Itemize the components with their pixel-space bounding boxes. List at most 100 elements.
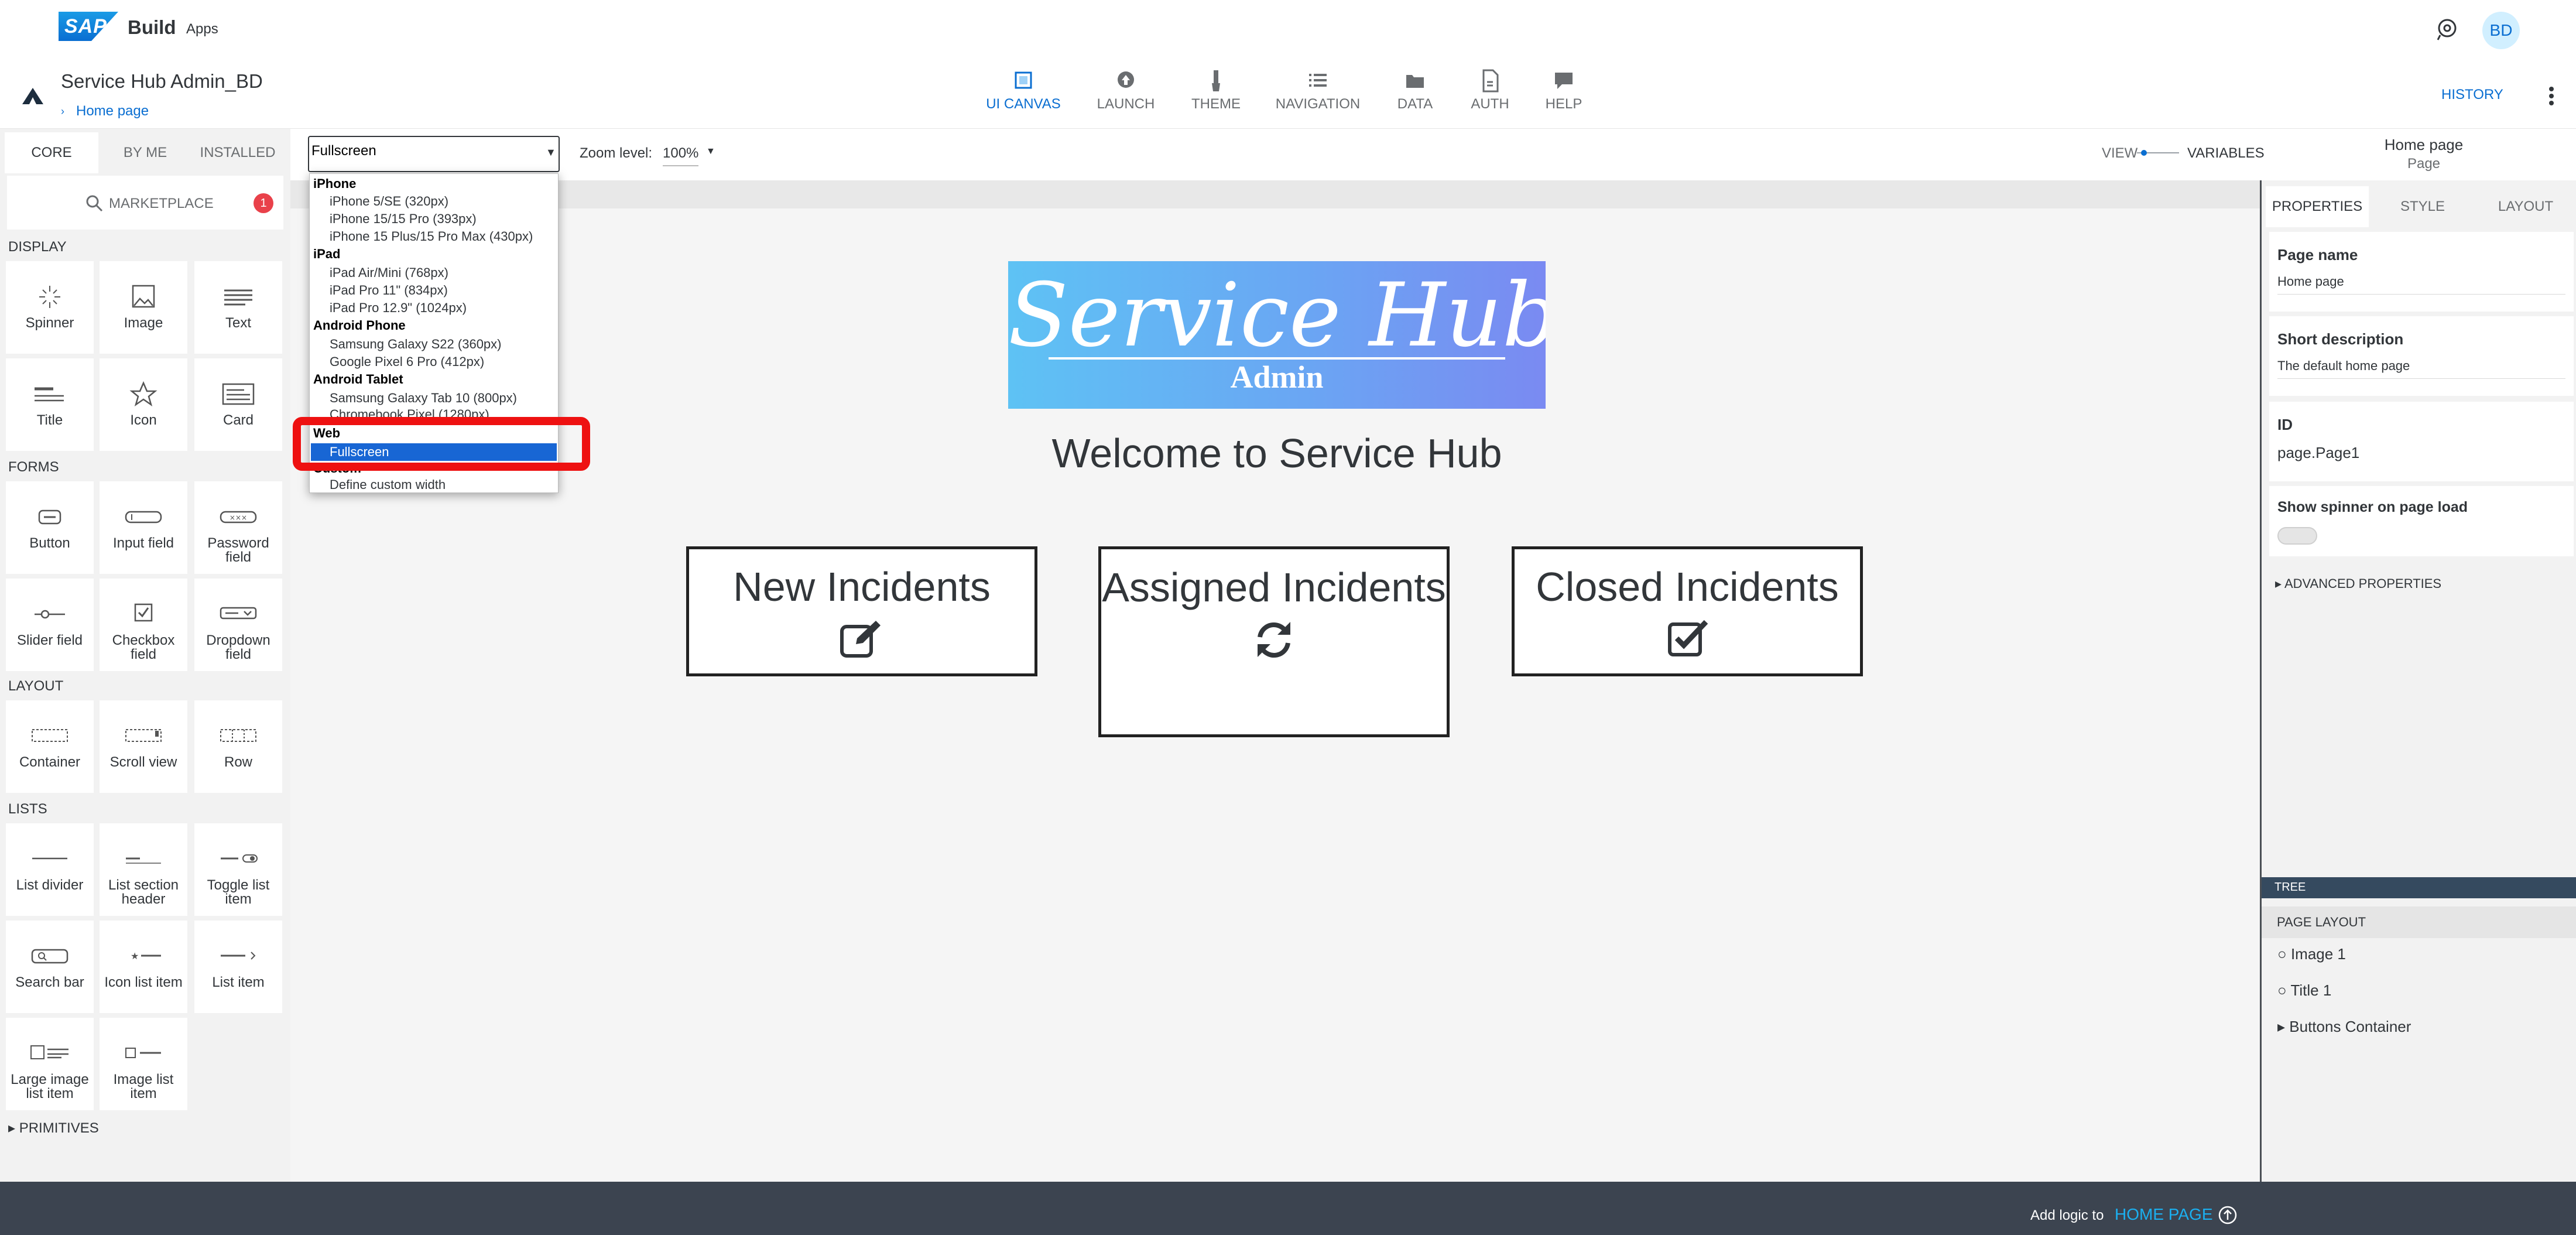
palette-item-label: Container xyxy=(19,754,81,770)
tab-installed[interactable]: INSTALLED xyxy=(191,132,285,173)
advanced-properties-toggle[interactable]: ▸ ADVANCED PROPERTIES xyxy=(2275,576,2441,591)
palette-list-item[interactable]: List item xyxy=(194,921,282,1013)
zoom-caret-icon[interactable]: ▼ xyxy=(706,146,715,157)
tab-launch-label: LAUNCH xyxy=(1097,96,1155,112)
palette-item-label: List item xyxy=(212,974,265,990)
palette-search-bar[interactable]: Search bar xyxy=(6,921,94,1013)
option-iphone-5[interactable]: iPhone 5/SE (320px) xyxy=(330,194,448,209)
short-description-label: Short description xyxy=(2277,330,2404,348)
support-icon[interactable] xyxy=(2435,18,2459,41)
tab-ui-canvas[interactable]: UI CANVAS xyxy=(979,69,1067,112)
closed-incidents-label: Closed Incidents xyxy=(1536,564,1839,610)
annotation-highlight xyxy=(293,417,590,471)
tree-item-label: Buttons Container xyxy=(2289,1018,2411,1035)
welcome-title[interactable]: Welcome to Service Hub xyxy=(1008,430,1546,477)
text-icon xyxy=(224,289,252,306)
palette-list-section-header[interactable]: List section header xyxy=(100,823,187,916)
option-ipad-pro-12[interactable]: iPad Pro 12.9" (1024px) xyxy=(330,300,467,316)
palette-container[interactable]: Container xyxy=(6,700,94,793)
palette-row[interactable]: Row xyxy=(194,700,282,793)
logic-target-link[interactable]: HOME PAGE xyxy=(2115,1205,2213,1224)
palette-image[interactable]: Image xyxy=(100,261,187,354)
image-list-item-icon xyxy=(125,1048,161,1058)
brush-icon xyxy=(1212,70,1220,91)
palette-password-field[interactable]: ××× Password field xyxy=(194,481,282,574)
folder-icon xyxy=(1406,75,1424,88)
more-vertical-icon[interactable] xyxy=(2548,84,2555,108)
tab-core[interactable]: CORE xyxy=(5,132,98,173)
palette-checkbox-field[interactable]: Checkbox field xyxy=(100,579,187,671)
tab-layout[interactable]: LAYOUT xyxy=(2474,186,2576,227)
tab-theme-label: THEME xyxy=(1191,96,1241,112)
checkbox-icon xyxy=(134,603,153,622)
breadcrumb-home-page[interactable]: Home page xyxy=(76,103,149,119)
tree-item-image-1[interactable]: ○ Image 1 xyxy=(2277,945,2346,963)
tab-theme[interactable]: THEME xyxy=(1172,69,1260,112)
list-icon xyxy=(1309,74,1327,87)
group-android-phone: Android Phone xyxy=(313,318,406,333)
palette-icon[interactable]: Icon xyxy=(100,358,187,451)
palette-card[interactable]: Card xyxy=(194,358,282,451)
palette-icon-list-item[interactable]: ★ Icon list item xyxy=(100,921,187,1013)
tree-item-title-1[interactable]: ○ Title 1 xyxy=(2277,981,2331,1000)
tab-properties[interactable]: PROPERTIES xyxy=(2266,186,2369,227)
history-button[interactable]: HISTORY xyxy=(2441,87,2503,103)
palette-image-list-item[interactable]: Image list item xyxy=(100,1018,187,1110)
user-avatar[interactable]: BD xyxy=(2482,12,2520,49)
device-select[interactable]: Fullscreen xyxy=(308,136,560,172)
product-subtitle: Apps xyxy=(186,21,218,37)
list-section-header-icon xyxy=(126,857,161,864)
breadcrumb-chevron-icon: › xyxy=(61,105,64,117)
page-layout-row[interactable]: PAGE LAYOUT xyxy=(2262,906,2576,938)
palette-list-divider[interactable]: List divider xyxy=(6,823,94,916)
palette-toggle-list-item[interactable]: Toggle list item xyxy=(194,823,282,916)
option-custom-width[interactable]: Define custom width xyxy=(330,477,446,492)
zoom-label: Zoom level: xyxy=(580,145,653,161)
palette-button[interactable]: Button xyxy=(6,481,94,574)
option-galaxy-s22[interactable]: Samsung Galaxy S22 (360px) xyxy=(330,337,502,352)
closed-incidents-button[interactable]: Closed Incidents xyxy=(1512,546,1863,676)
option-ipad-pro-11[interactable]: iPad Pro 11" (834px) xyxy=(330,283,448,298)
tree-item-buttons-container[interactable]: ▸ Buttons Container xyxy=(2277,1018,2411,1036)
option-ipad-air[interactable]: iPad Air/Mini (768px) xyxy=(330,265,448,280)
option-iphone-15[interactable]: iPhone 15/15 Pro (393px) xyxy=(330,211,477,227)
short-description-input[interactable]: The default home page xyxy=(2277,358,2565,379)
caret-down-icon[interactable]: ▼ xyxy=(546,146,556,159)
section-display: DISPLAY xyxy=(8,239,67,255)
view-variables-toggle[interactable] xyxy=(2137,150,2179,156)
palette-text[interactable]: Text xyxy=(194,261,282,354)
option-galaxy-tab[interactable]: Samsung Galaxy Tab 10 (800px) xyxy=(330,391,517,406)
tab-navigation[interactable]: NAVIGATION xyxy=(1274,69,1362,112)
tab-help[interactable]: HELP xyxy=(1520,69,1608,112)
palette-slider-field[interactable]: Slider field xyxy=(6,579,94,671)
palette-dropdown-field[interactable]: Dropdown field xyxy=(194,579,282,671)
tab-by-me[interactable]: BY ME xyxy=(98,132,192,173)
zoom-select[interactable]: 100% xyxy=(663,145,699,166)
option-iphone-15-plus[interactable]: iPhone 15 Plus/15 Pro Max (430px) xyxy=(330,229,533,244)
primitives-section-toggle[interactable]: ▸ PRIMITIVES xyxy=(8,1120,99,1137)
expand-up-icon[interactable] xyxy=(2218,1205,2238,1225)
tab-launch[interactable]: LAUNCH xyxy=(1082,69,1170,112)
palette-title[interactable]: Title xyxy=(6,358,94,451)
hero-image[interactable]: Service Hub Admin xyxy=(1008,261,1546,409)
variables-label[interactable]: VARIABLES xyxy=(2187,145,2265,162)
group-android-tablet: Android Tablet xyxy=(313,372,403,386)
new-incidents-button[interactable]: New Incidents xyxy=(686,546,1037,676)
palette-item-label: Row xyxy=(224,754,252,770)
assigned-incidents-button[interactable]: Assigned Incidents xyxy=(1098,546,1450,737)
spinner-toggle[interactable] xyxy=(2277,527,2317,545)
list-divider-icon xyxy=(32,857,67,860)
palette-scroll-view[interactable]: Scroll view xyxy=(100,700,187,793)
palette-spinner[interactable]: Spinner xyxy=(6,261,94,354)
palette-item-label: List section header xyxy=(108,877,179,907)
palette-item-label: Card xyxy=(222,412,254,428)
canvas-icon xyxy=(1015,71,1032,89)
tab-style[interactable]: STYLE xyxy=(2371,186,2474,227)
section-lists: LISTS xyxy=(8,801,47,817)
palette-large-image-list-item[interactable]: Large image list item xyxy=(6,1018,94,1110)
palette-input-field[interactable]: Input field xyxy=(100,481,187,574)
palette-item-label: Spinner xyxy=(25,315,74,331)
page-name-input[interactable]: Home page xyxy=(2277,274,2565,295)
option-pixel-6-pro[interactable]: Google Pixel 6 Pro (412px) xyxy=(330,354,484,370)
dropdown-icon xyxy=(220,607,257,620)
